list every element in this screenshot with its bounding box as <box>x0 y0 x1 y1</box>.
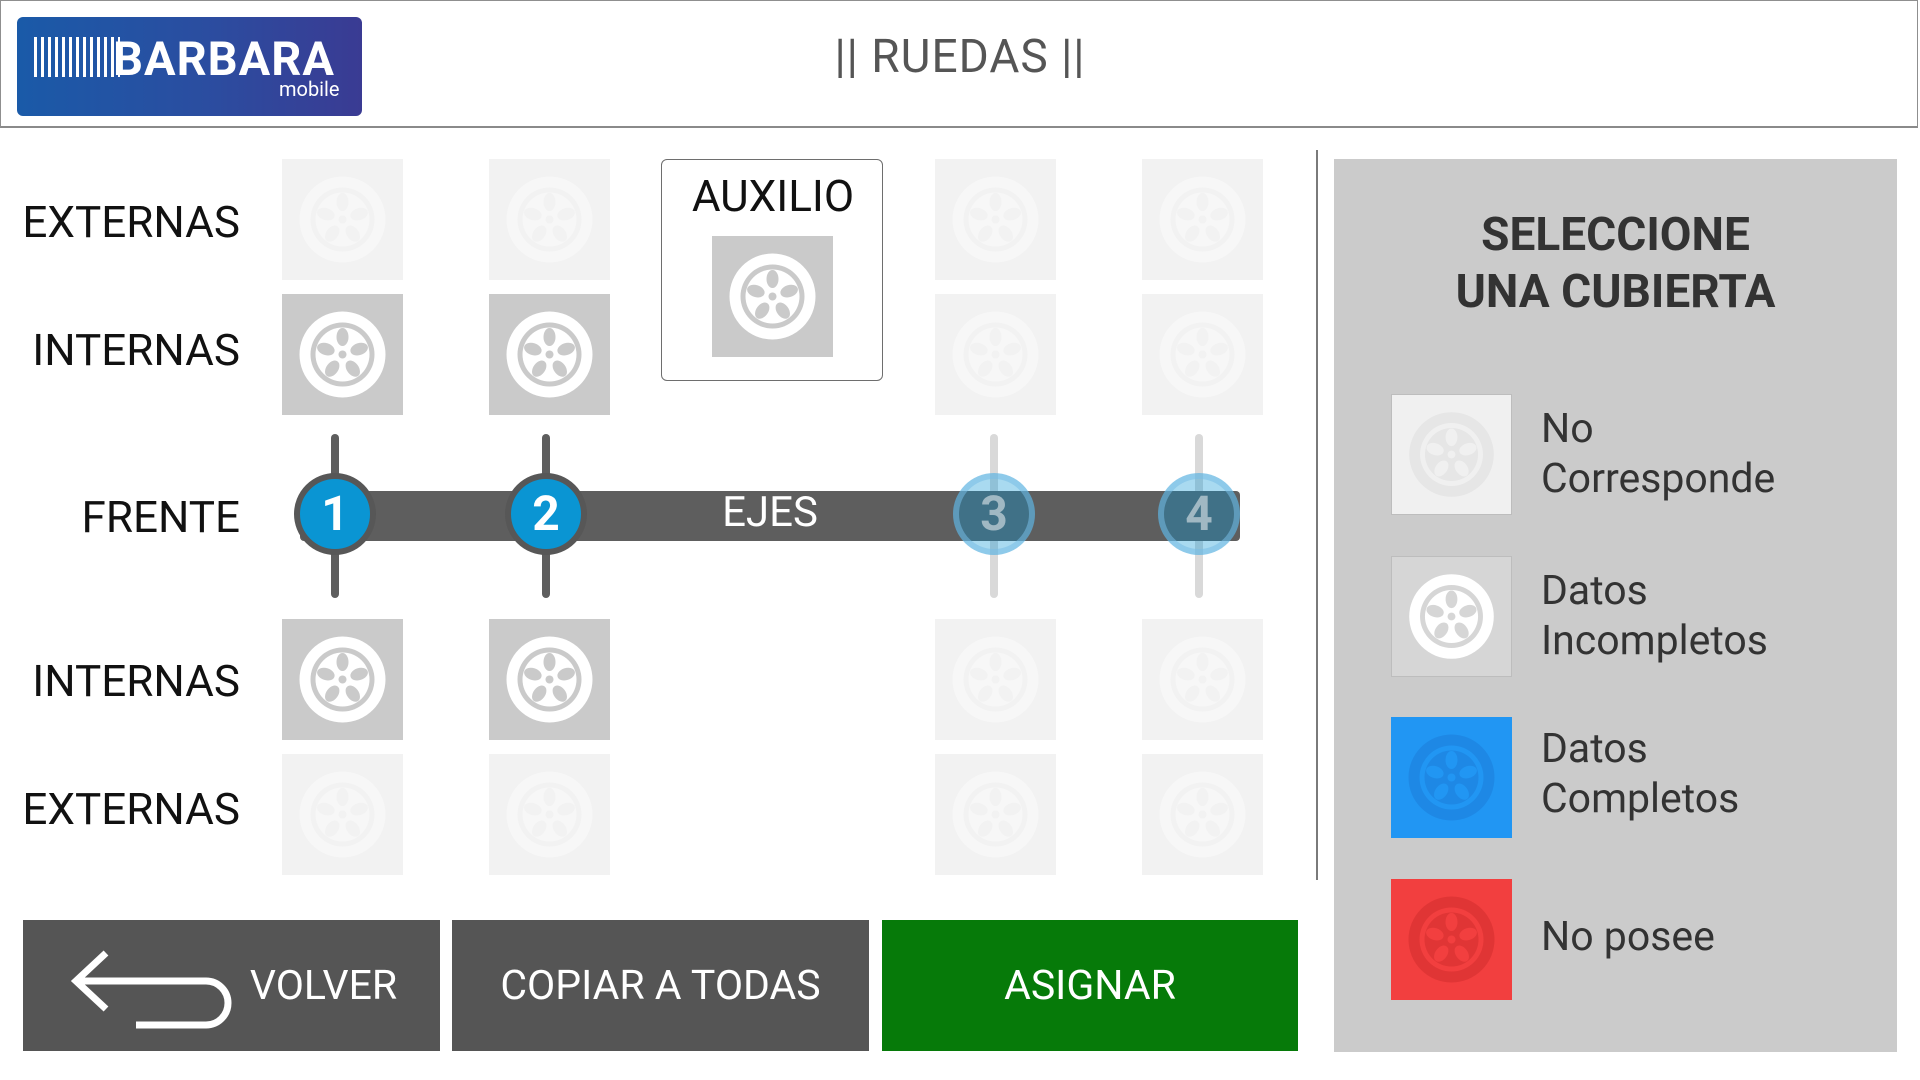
copiar-a-todas-button[interactable]: COPIAR A TODAS <box>452 920 869 1051</box>
tire-bottom-interna-4[interactable] <box>1142 619 1263 740</box>
wheel-icon <box>282 619 403 740</box>
row-label-bottom-internas: INTERNAS <box>32 655 240 707</box>
legend-title: SELECCIONE UNA CUBIERTA <box>1334 207 1897 321</box>
wheel-icon <box>282 754 403 875</box>
row-label-top-externas: EXTERNAS <box>22 196 240 248</box>
wheel-icon <box>712 236 833 357</box>
wheel-icon <box>935 294 1056 415</box>
wheel-icon <box>1392 557 1511 676</box>
tire-top-externa-1[interactable] <box>282 159 403 280</box>
legend-line: Completos <box>1541 775 1740 823</box>
auxilio-label: AUXILIO <box>691 170 855 222</box>
vertical-divider <box>1316 150 1318 880</box>
tire-top-externa-3[interactable] <box>935 159 1056 280</box>
wheel-icon <box>935 754 1056 875</box>
wheel-icon <box>935 619 1056 740</box>
back-arrow-icon <box>70 949 232 1028</box>
wheel-icon <box>282 294 403 415</box>
tire-top-externa-4[interactable] <box>1142 159 1263 280</box>
legend-text-datos-completos: Datos Completos <box>1541 724 1739 824</box>
wheel-icon <box>282 159 403 280</box>
tire-bottom-externa-3[interactable] <box>935 754 1056 875</box>
legend-line: Incompletos <box>1541 617 1768 665</box>
axle-node-3[interactable]: 3 <box>953 473 1035 555</box>
wheel-icon <box>1142 619 1263 740</box>
legend-title-line1: SELECCIONE <box>1481 208 1750 262</box>
tire-top-interna-3[interactable] <box>935 294 1056 415</box>
wheel-icon <box>1142 294 1263 415</box>
legend-swatch-datos-completos <box>1391 717 1512 838</box>
page-title: || RUEDAS || <box>834 30 1086 84</box>
tire-top-interna-4[interactable] <box>1142 294 1263 415</box>
wheel-icon <box>489 294 610 415</box>
legend-line: No posee <box>1541 913 1715 961</box>
legend-line: Corresponde <box>1541 455 1776 503</box>
legend-text-no-posee: No posee <box>1541 912 1715 962</box>
row-label-frente: FRENTE <box>81 491 240 543</box>
copiar-label: COPIAR A TODAS <box>500 961 821 1010</box>
volver-button[interactable]: VOLVER <box>23 920 440 1051</box>
tire-top-interna-2[interactable] <box>489 294 610 415</box>
tire-bottom-interna-3[interactable] <box>935 619 1056 740</box>
legend-text-datos-incompletos: Datos Incompletos <box>1541 566 1768 666</box>
legend-panel: SELECCIONE UNA CUBIERTA No Corresponde D… <box>1334 159 1897 1052</box>
axle-node-1[interactable]: 1 <box>294 473 376 555</box>
wheel-icon <box>935 159 1056 280</box>
wheel-icon <box>489 619 610 740</box>
legend-swatch-no-corresponde <box>1391 394 1512 515</box>
wheel-icon <box>489 159 610 280</box>
tire-bottom-interna-1[interactable] <box>282 619 403 740</box>
legend-text-no-corresponde: No Corresponde <box>1541 404 1775 504</box>
axle-node-2[interactable]: 2 <box>505 473 587 555</box>
legend-swatch-no-posee <box>1391 879 1512 1000</box>
volver-label: VOLVER <box>249 961 398 1010</box>
tire-bottom-externa-2[interactable] <box>489 754 610 875</box>
legend-swatch-datos-incompletos <box>1391 556 1512 677</box>
wheel-icon <box>489 754 610 875</box>
row-label-top-internas: INTERNAS <box>32 324 240 376</box>
legend-line: No <box>1541 405 1594 453</box>
tire-auxilio[interactable] <box>712 236 833 357</box>
auxilio-spare-box[interactable]: AUXILIO <box>661 159 883 381</box>
asignar-label: ASIGNAR <box>1004 961 1176 1010</box>
legend-title-line2: UNA CUBIERTA <box>1455 265 1776 319</box>
wheel-icon <box>1392 395 1511 514</box>
asignar-button[interactable]: ASIGNAR <box>882 920 1298 1051</box>
wheel-icon <box>1142 159 1263 280</box>
tire-bottom-externa-1[interactable] <box>282 754 403 875</box>
row-label-bottom-externas: EXTERNAS <box>22 783 240 835</box>
axle-bar-label: EJES <box>722 488 818 537</box>
tire-bottom-interna-2[interactable] <box>489 619 610 740</box>
wheel-icon <box>1391 879 1512 1000</box>
wheel-icon <box>1142 754 1263 875</box>
tire-bottom-externa-4[interactable] <box>1142 754 1263 875</box>
tire-top-externa-2[interactable] <box>489 159 610 280</box>
wheel-icon <box>1391 717 1512 838</box>
legend-line: Datos <box>1541 567 1648 615</box>
axle-node-4[interactable]: 4 <box>1158 473 1240 555</box>
legend-line: Datos <box>1541 725 1648 773</box>
tire-top-interna-1[interactable] <box>282 294 403 415</box>
